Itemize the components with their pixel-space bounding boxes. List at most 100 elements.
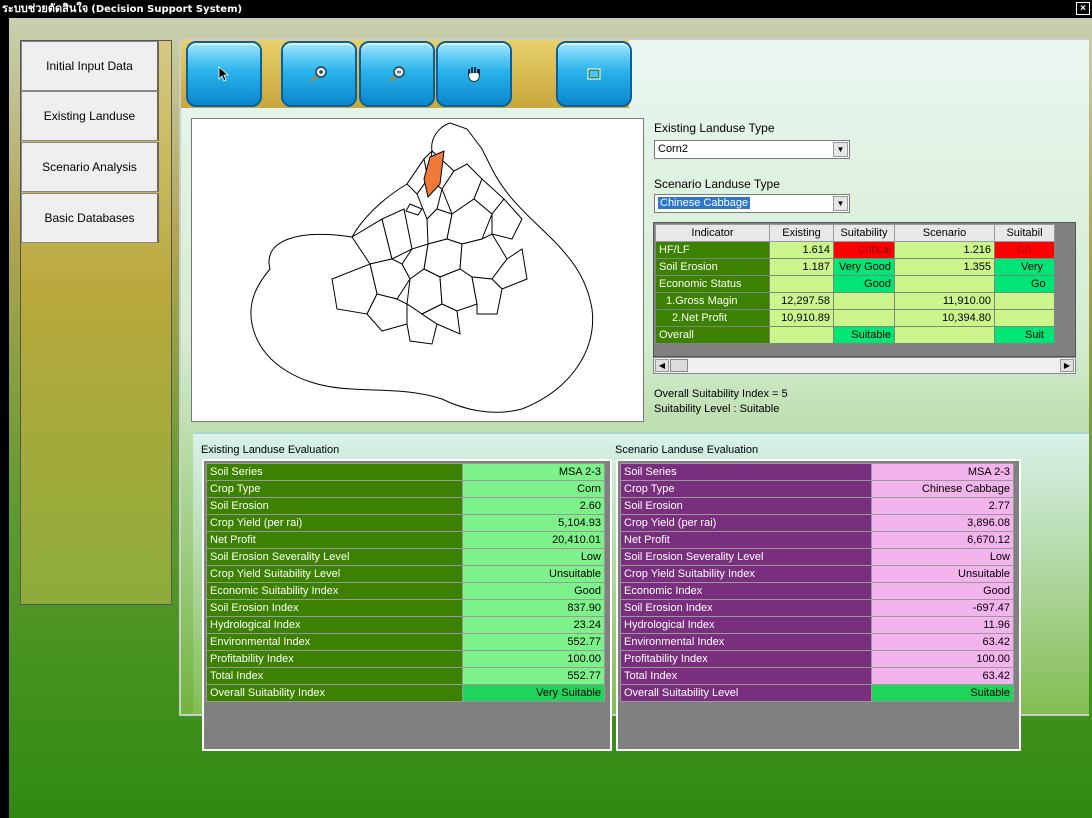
zoom-in-button[interactable] <box>281 41 357 107</box>
table-row[interactable]: 2.Net Profit 10,910.89 10,394.80 <box>655 309 1055 327</box>
indicator-cell: Soil Erosion <box>655 258 770 276</box>
suitability-cell: Critical <box>833 241 895 259</box>
table-row: Environmental Index 63.42 <box>620 633 1014 651</box>
select-tool-button[interactable] <box>186 41 262 107</box>
eval-key: Overall Suitability Index <box>206 684 463 702</box>
eval-key: Hydrological Index <box>620 616 872 634</box>
eval-value: MSA 2-3 <box>871 463 1014 481</box>
table-row: Soil Series MSA 2-3 <box>620 463 1014 481</box>
eval-key: Total Index <box>620 667 872 685</box>
table-row: Soil Erosion Index 837.90 <box>206 599 605 617</box>
suitability-2-cell: Very <box>994 258 1055 276</box>
sidebar-item-basic-databases[interactable]: Basic Databases <box>21 193 159 243</box>
eval-key: Soil Erosion Index <box>620 599 872 617</box>
eval-value: Low <box>871 548 1014 566</box>
eval-value: 100.00 <box>462 650 605 668</box>
window-title-thai: ระบบช่วยตัดสินใจ <box>2 2 89 15</box>
scenario-landuse-select[interactable]: Chinese Cabbage ▼ <box>654 194 850 213</box>
table-row: Soil Erosion Severality Level Low <box>620 548 1014 566</box>
table-row: Crop Yield Suitability Level Unsuitable <box>206 565 605 583</box>
table-row: Hydrological Index 23.24 <box>206 616 605 634</box>
table-row[interactable]: Economic Status Good Go <box>655 275 1055 293</box>
eval-value: 552.77 <box>462 667 605 685</box>
suitability-2-cell <box>994 292 1055 310</box>
scenario-cell <box>894 326 995 344</box>
eval-key: Soil Erosion Severality Level <box>206 548 463 566</box>
eval-key: Soil Erosion <box>620 497 872 515</box>
existing-landuse-value: Corn2 <box>658 143 688 155</box>
pan-button[interactable] <box>436 41 512 107</box>
scroll-right-arrow-icon[interactable]: ▶ <box>1060 359 1074 372</box>
eval-key: Crop Yield (per rai) <box>206 514 463 532</box>
table-row: Crop Yield Suitability Index Unsuitable <box>620 565 1014 583</box>
eval-key: Crop Yield Suitability Index <box>620 565 872 583</box>
eval-key: Crop Yield Suitability Level <box>206 565 463 583</box>
table-row[interactable]: Overall Suitable Suit <box>655 326 1055 344</box>
eval-key: Environmental Index <box>206 633 463 651</box>
eval-key: Net Profit <box>620 531 872 549</box>
eval-key: Soil Series <box>206 463 463 481</box>
suitability-cell <box>833 292 895 310</box>
eval-value: Low <box>462 548 605 566</box>
indicator-cell: 2.Net Profit <box>655 309 770 327</box>
eval-value: Good <box>462 582 605 600</box>
title-bar: ระบบช่วยตัดสินใจ (Decision Support Syste… <box>0 0 1092 18</box>
eval-key: Crop Type <box>620 480 872 498</box>
table-row: Environmental Index 552.77 <box>206 633 605 651</box>
eval-key: Profitability Index <box>206 650 463 668</box>
table-row: Crop Type Corn <box>206 480 605 498</box>
map-toolbar <box>181 40 632 108</box>
indicator-horizontal-scrollbar[interactable]: ◀ ▶ <box>653 357 1076 374</box>
overall-index-text: Overall Suitability Index = 5 <box>654 388 788 400</box>
existing-cell <box>769 326 834 344</box>
suitability-cell: Good <box>833 275 895 293</box>
zoom-out-button[interactable] <box>359 41 435 107</box>
eval-value: 552.77 <box>462 633 605 651</box>
existing-cell: 12,297.58 <box>769 292 834 310</box>
header-suitability[interactable]: Suitability <box>833 224 895 242</box>
eval-value: 23.24 <box>462 616 605 634</box>
table-row[interactable]: HF/LF 1.614 Critical 1.216 Cri <box>655 241 1055 259</box>
eval-key: Crop Yield (per rai) <box>620 514 872 532</box>
eval-key: Total Index <box>206 667 463 685</box>
scrollbar-thumb[interactable] <box>670 359 688 372</box>
eval-value: Unsuitable <box>871 565 1014 583</box>
scenario-cell: 10,394.80 <box>894 309 995 327</box>
suitability-cell <box>833 309 895 327</box>
chevron-down-icon[interactable]: ▼ <box>833 196 848 211</box>
table-row: Soil Erosion Severality Level Low <box>206 548 605 566</box>
eval-value: 20,410.01 <box>462 531 605 549</box>
header-existing[interactable]: Existing <box>769 224 834 242</box>
indicator-cell: HF/LF <box>655 241 770 259</box>
eval-key: Crop Type <box>206 480 463 498</box>
chevron-down-icon[interactable]: ▼ <box>833 142 848 157</box>
zoom-out-icon <box>386 63 408 85</box>
table-row[interactable]: Soil Erosion 1.187 Very Good 1.355 Very <box>655 258 1055 276</box>
eval-value: 5,104.93 <box>462 514 605 532</box>
existing-landuse-select[interactable]: Corn2 ▼ <box>654 140 850 159</box>
header-indicator[interactable]: Indicator <box>655 224 770 242</box>
sidebar-item-existing-landuse[interactable]: Existing Landuse <box>21 91 159 141</box>
suitability-cell: Suitable <box>833 326 895 344</box>
eval-key: Soil Erosion Index <box>206 599 463 617</box>
full-extent-button[interactable] <box>556 41 632 107</box>
indicator-header-row: Indicator Existing Suitability Scenario … <box>655 224 1055 242</box>
scroll-left-arrow-icon[interactable]: ◀ <box>655 359 669 372</box>
table-row: Crop Yield (per rai) 3,896.08 <box>620 514 1014 532</box>
close-button[interactable]: × <box>1076 2 1090 15</box>
sidebar-item-scenario-analysis[interactable]: Scenario Analysis <box>21 142 159 192</box>
sidebar-item-initial-input-data[interactable]: Initial Input Data <box>21 41 159 91</box>
suitability-2-cell: Go <box>994 275 1055 293</box>
indicator-cell: Overall <box>655 326 770 344</box>
table-row[interactable]: 1.Gross Magin 12,297.58 11,910.00 <box>655 292 1055 310</box>
header-scenario[interactable]: Scenario <box>894 224 995 242</box>
sidebar: Initial Input Data Existing Landuse Scen… <box>20 40 172 605</box>
scenario-cell: 11,910.00 <box>894 292 995 310</box>
header-suitability-2[interactable]: Suitabil <box>994 224 1055 242</box>
existing-cell: 1.187 <box>769 258 834 276</box>
eval-value: Very Suitable <box>462 684 605 702</box>
eval-value: Corn <box>462 480 605 498</box>
map-view[interactable] <box>191 118 644 422</box>
existing-cell: 1.614 <box>769 241 834 259</box>
table-row: Net Profit 6,670.12 <box>620 531 1014 549</box>
